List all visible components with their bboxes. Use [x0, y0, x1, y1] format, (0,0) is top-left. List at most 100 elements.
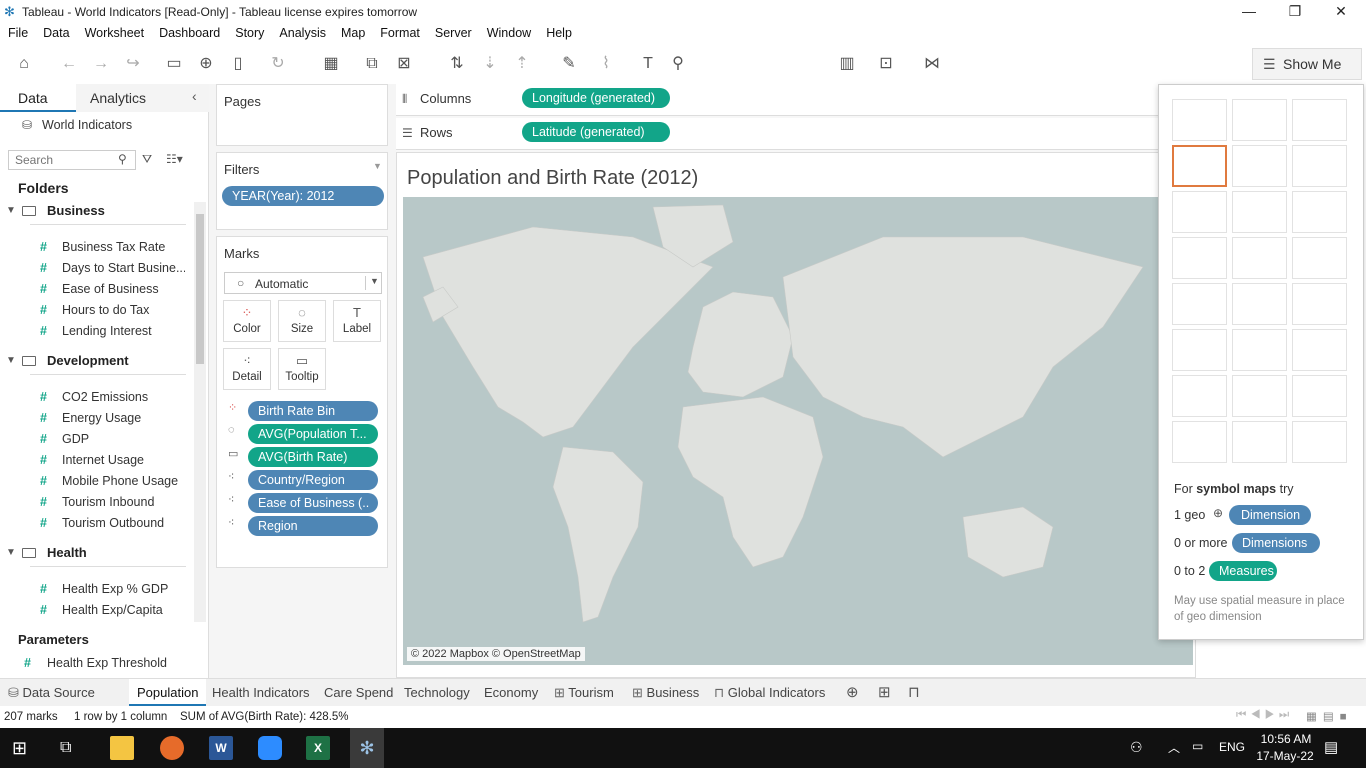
size-button[interactable]: ◌ Size: [278, 300, 326, 342]
swap-icon[interactable]: ⇅: [445, 52, 469, 76]
columns-shelf[interactable]: ⦀ Columns Longitude (generated): [396, 84, 1160, 116]
marks-pill-ease-of-business[interactable]: Ease of Business (..: [248, 493, 378, 513]
chart-type-stacked-bars[interactable]: [1232, 191, 1287, 233]
chart-type-pie[interactable]: [1292, 145, 1347, 187]
search-input[interactable]: [8, 150, 136, 170]
clock-time[interactable]: 10:56 AM: [1256, 732, 1316, 746]
view-mode-icons[interactable]: ▦▤■: [1306, 709, 1353, 723]
chart-type-dual-combination[interactable]: [1292, 329, 1347, 371]
sort-asc-icon[interactable]: ⇣: [478, 52, 502, 76]
menu-data[interactable]: Data: [35, 24, 76, 40]
chart-type-symbol-map[interactable]: [1172, 145, 1227, 187]
chart-type-highlight-table[interactable]: [1292, 99, 1347, 141]
filters-card[interactable]: Filters ▼ YEAR(Year): 2012: [216, 152, 388, 230]
menu-server[interactable]: Server: [427, 24, 479, 40]
clear-sheet-icon[interactable]: ⊠: [392, 52, 416, 76]
tab-economy[interactable]: Economy: [476, 679, 546, 707]
sort-desc-icon[interactable]: ⇡: [510, 52, 534, 76]
field-mobile-phone-usage[interactable]: # Mobile Phone Usage: [0, 471, 185, 492]
file-explorer-icon[interactable]: [110, 736, 134, 760]
folder-business[interactable]: ▼ Business: [0, 200, 190, 222]
new-worksheet-tab-icon[interactable]: ⊕: [838, 679, 867, 707]
chart-type-scatter[interactable]: [1172, 375, 1227, 417]
field-internet-usage[interactable]: # Internet Usage: [0, 450, 185, 471]
group-icon[interactable]: ⌇: [594, 52, 618, 76]
menu-dashboard[interactable]: Dashboard: [151, 24, 227, 40]
chevron-down-icon[interactable]: ▼: [373, 161, 382, 171]
undo-icon[interactable]: ←: [57, 52, 81, 76]
field-co2-emissions[interactable]: # CO2 Emissions: [0, 387, 185, 408]
menu-map[interactable]: Map: [333, 24, 372, 40]
redo-icon[interactable]: →: [89, 52, 113, 76]
chart-type-packed-bubbles[interactable]: [1292, 421, 1347, 463]
label-button[interactable]: T Label: [333, 300, 381, 342]
pin-icon[interactable]: ⚲: [666, 52, 690, 76]
tab-analytics[interactable]: Analytics ‹: [76, 84, 209, 112]
chevron-up-icon[interactable]: ︿: [1168, 739, 1180, 756]
share-icon[interactable]: ⋈: [920, 52, 944, 76]
tab-care-spend[interactable]: Care Spend: [316, 679, 401, 707]
show-labels-icon[interactable]: T: [636, 52, 660, 76]
windows-start-icon[interactable]: ⊞: [12, 736, 36, 760]
menu-file[interactable]: File: [0, 24, 35, 40]
input-language[interactable]: ENG: [1219, 740, 1245, 754]
chart-type-continuous-lines[interactable]: [1172, 283, 1227, 325]
chart-type-area-continuous[interactable]: [1172, 329, 1227, 371]
tab-tourism[interactable]: ⊞ Tourism: [546, 679, 622, 707]
notifications-icon[interactable]: ▤: [1324, 738, 1338, 756]
chart-type-text-table[interactable]: [1172, 99, 1227, 141]
tab-business[interactable]: ⊞ Business: [624, 679, 707, 707]
save-icon[interactable]: ▭: [162, 52, 186, 76]
scrollbar[interactable]: [194, 202, 206, 622]
chart-type-treemap[interactable]: [1172, 237, 1227, 279]
highlight-icon[interactable]: ✎: [557, 52, 581, 76]
menu-window[interactable]: Window: [479, 24, 538, 40]
replay-icon[interactable]: ↪: [121, 52, 145, 76]
field-days-to-start[interactable]: # Days to Start Busine...: [0, 258, 185, 279]
chart-type-area-discrete[interactable]: [1232, 329, 1287, 371]
tab-global-indicators[interactable]: ⊓ Global Indicators: [706, 679, 833, 707]
menu-story[interactable]: Story: [227, 24, 271, 40]
field-energy-usage[interactable]: # Energy Usage: [0, 408, 185, 429]
chart-type-filled-map[interactable]: [1232, 145, 1287, 187]
field-business-tax-rate[interactable]: # Business Tax Rate: [0, 237, 185, 258]
filter-pill-year[interactable]: YEAR(Year): 2012: [222, 186, 384, 206]
tooltip-button[interactable]: ▭ Tooltip: [278, 348, 326, 390]
clock-date[interactable]: 17-May-22: [1252, 749, 1318, 763]
marks-pill-birth-rate-bin[interactable]: Birth Rate Bin: [248, 401, 378, 421]
close-button[interactable]: ✕: [1318, 0, 1364, 24]
chart-type-circle-views[interactable]: [1232, 237, 1287, 279]
restore-button[interactable]: ❐: [1272, 0, 1318, 24]
refresh-icon[interactable]: ↻: [266, 52, 290, 76]
datasource-name[interactable]: World Indicators: [42, 118, 132, 132]
pages-card[interactable]: Pages: [216, 84, 388, 146]
color-button[interactable]: ⁘ Color: [223, 300, 271, 342]
mark-type-dropdown[interactable]: ○ Automatic ▼: [224, 272, 382, 294]
people-icon[interactable]: ⚇: [1130, 739, 1143, 756]
firefox-icon[interactable]: [160, 736, 184, 760]
marks-pill-avg-birth-rate[interactable]: AVG(Birth Rate): [248, 447, 378, 467]
tab-data[interactable]: Data: [0, 84, 76, 112]
tab-population[interactable]: Population: [129, 679, 207, 707]
folder-development[interactable]: ▼ Development: [0, 350, 190, 372]
tab-technology[interactable]: Technology: [396, 679, 478, 707]
param-health-exp-threshold[interactable]: # Health Exp Threshold: [0, 653, 185, 674]
nav-arrows-icon[interactable]: ⏮◀▶⏭: [1236, 709, 1293, 722]
chart-type-side-by-side-bars[interactable]: [1292, 191, 1347, 233]
tableau-taskbar-icon[interactable]: ✻: [350, 728, 384, 768]
menu-help[interactable]: Help: [538, 24, 579, 40]
detail-button[interactable]: ⁖ Detail: [223, 348, 271, 390]
marks-pill-country-region[interactable]: Country/Region: [248, 470, 378, 490]
zoom-icon[interactable]: [258, 736, 282, 760]
word-icon[interactable]: W: [209, 736, 233, 760]
symbol-map[interactable]: © 2022 Mapbox © OpenStreetMap: [403, 197, 1193, 665]
marks-pill-region[interactable]: Region: [248, 516, 378, 536]
chart-type-discrete-lines[interactable]: [1232, 283, 1287, 325]
field-tourism-inbound[interactable]: # Tourism Inbound: [0, 492, 185, 513]
field-tourism-outbound[interactable]: # Tourism Outbound: [0, 513, 185, 534]
chart-type-heat-map[interactable]: [1232, 99, 1287, 141]
tab-health-indicators[interactable]: Health Indicators: [204, 679, 318, 707]
new-worksheet-icon[interactable]: ▦: [319, 52, 343, 76]
excel-icon[interactable]: X: [306, 736, 330, 760]
rows-pill-latitude[interactable]: Latitude (generated): [522, 122, 670, 142]
